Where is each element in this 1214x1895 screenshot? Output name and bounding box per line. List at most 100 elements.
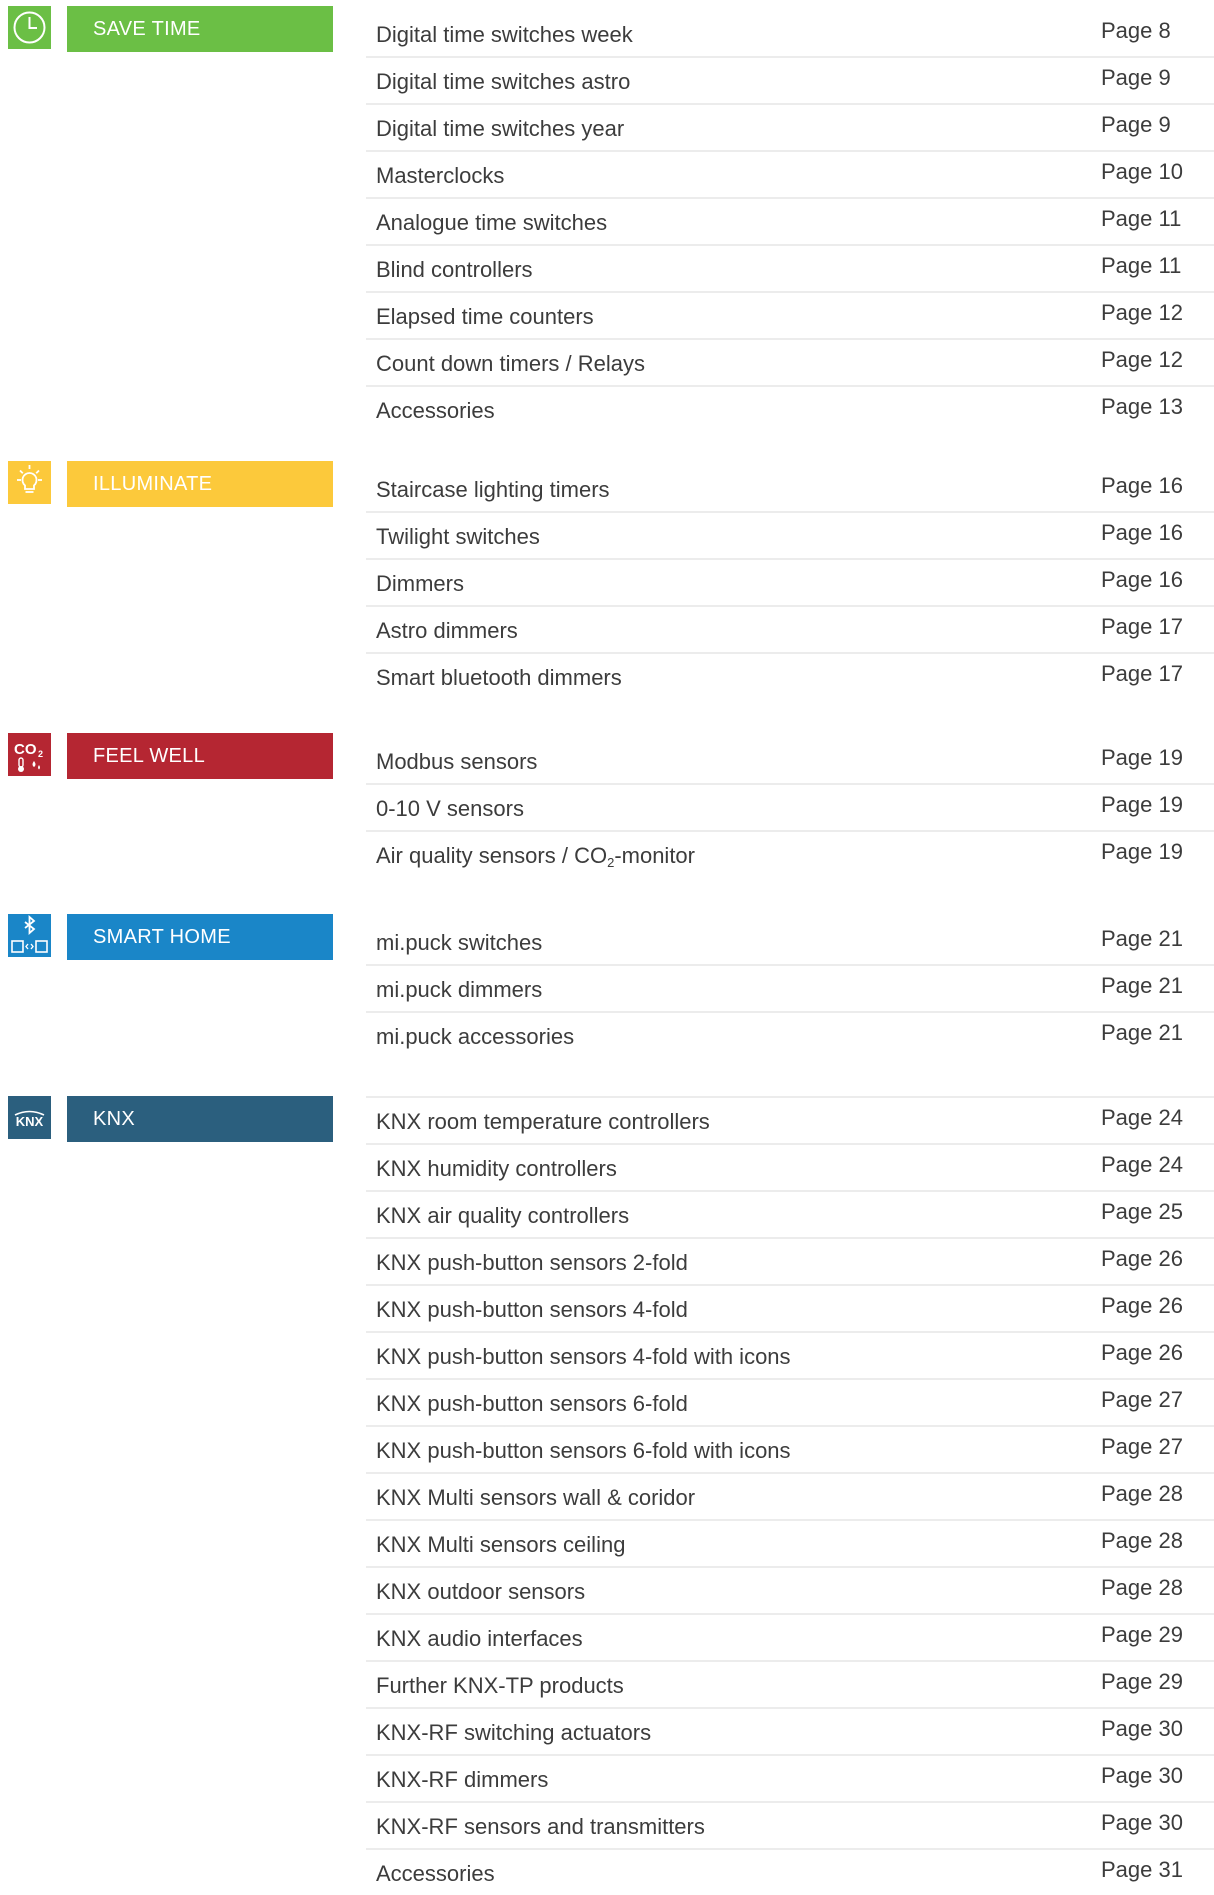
toc-row[interactable]: KNX push-button sensors 4-fold Page 26 [366, 1286, 1214, 1333]
toc-row[interactable]: Twilight switches Page 16 [366, 513, 1214, 560]
toc-row[interactable]: KNX push-button sensors 6-fold with icon… [366, 1427, 1214, 1474]
toc-row[interactable]: KNX audio interfaces Page 29 [366, 1615, 1214, 1662]
toc-item-page: Page 21 [1101, 1020, 1183, 1045]
toc-item-page: Page 9 [1101, 112, 1171, 137]
toc-row[interactable]: Dimmers Page 16 [366, 560, 1214, 607]
toc-item-page: Page 28 [1101, 1481, 1183, 1506]
toc-row[interactable]: Masterclocks Page 10 [366, 152, 1214, 199]
toc-row[interactable]: mi.puck dimmers Page 21 [366, 966, 1214, 1013]
toc-item-page: Page 10 [1101, 159, 1183, 184]
toc-row[interactable]: Analogue time switches Page 11 [366, 199, 1214, 246]
lightbulb-icon [8, 461, 51, 504]
toc-row[interactable]: KNX Multi sensors wall & coridor Page 28 [366, 1474, 1214, 1521]
toc-row[interactable]: KNX-RF switching actuators Page 30 [366, 1709, 1214, 1756]
toc-item-name: Blind controllers [376, 257, 533, 282]
toc-row[interactable]: mi.puck accessories Page 21 [366, 1013, 1214, 1058]
toc-row[interactable]: mi.puck switches Page 21 [366, 919, 1214, 966]
toc-item-page: Page 19 [1101, 839, 1183, 864]
toc-item-page: Page 31 [1101, 1857, 1183, 1882]
toc-row[interactable]: Blind controllers Page 11 [366, 246, 1214, 293]
toc-item-page: Page 11 [1101, 253, 1182, 278]
clock-icon [8, 6, 51, 49]
toc-row[interactable]: KNX-RF sensors and transmitters Page 30 [366, 1803, 1214, 1850]
toc-item-page: Page 25 [1101, 1199, 1183, 1224]
toc-item-name: Digital time switches week [376, 22, 633, 47]
toc-item-page: Page 30 [1101, 1763, 1183, 1788]
toc-item-page: Page 16 [1101, 473, 1183, 498]
toc-item-page: Page 27 [1101, 1434, 1183, 1459]
toc-item-page: Page 26 [1101, 1293, 1183, 1318]
toc-item-page: Page 26 [1101, 1246, 1183, 1271]
toc-item-page: Page 26 [1101, 1340, 1183, 1365]
category-label-knx[interactable]: KNX [67, 1096, 333, 1142]
toc-item-page: Page 27 [1101, 1387, 1183, 1412]
toc-item-name-suffix: -monitor [614, 843, 695, 868]
toc-row[interactable]: KNX outdoor sensors Page 28 [366, 1568, 1214, 1615]
toc-item-page: Page 19 [1101, 792, 1183, 817]
toc-item-name: Elapsed time counters [376, 304, 594, 329]
toc-item-name: KNX-RF sensors and transmitters [376, 1814, 705, 1839]
toc-item-name: mi.puck dimmers [376, 977, 543, 1002]
toc-row[interactable]: Astro dimmers Page 17 [366, 607, 1214, 654]
toc-item-name: KNX Multi sensors wall & coridor [376, 1485, 696, 1510]
toc-item-name: KNX room temperature controllers [376, 1109, 710, 1134]
toc-item-name: Masterclocks [376, 163, 505, 188]
toc-item-name: Accessories [376, 1861, 495, 1886]
toc-item-name: Accessories [376, 398, 495, 423]
toc-row[interactable]: Modbus sensors Page 19 [366, 738, 1214, 785]
toc-item-page: Page 12 [1101, 347, 1183, 372]
toc-list-illuminate: Staircase lighting timers Page 16 Twiligh… [366, 466, 1214, 699]
toc-item-name: KNX-RF switching actuators [376, 1720, 652, 1745]
toc-row[interactable]: Digital time switches astro Page 9 [366, 58, 1214, 105]
toc-row[interactable]: Smart bluetooth dimmers Page 17 [366, 654, 1214, 699]
toc-item-page: Page 24 [1101, 1105, 1183, 1130]
category-label-smart-home[interactable]: SMART HOME [67, 914, 333, 960]
toc-item-page: Page 16 [1101, 567, 1183, 592]
category-label-feel-well[interactable]: FEEL WELL [67, 733, 333, 779]
toc-row[interactable]: KNX push-button sensors 4-fold with icon… [366, 1333, 1214, 1380]
toc-item-name: KNX push-button sensors 4-fold with icon… [376, 1344, 791, 1369]
toc-row[interactable]: Air quality sensors / CO2-monitor Page 19 [366, 832, 1214, 877]
toc-row[interactable]: KNX push-button sensors 6-fold Page 27 [366, 1380, 1214, 1427]
toc-item-name: Smart bluetooth dimmers [376, 665, 622, 690]
toc-item-name: Twilight switches [376, 524, 540, 549]
toc-item-name: KNX outdoor sensors [376, 1579, 586, 1604]
category-label-save-time[interactable]: SAVE TIME [67, 6, 333, 52]
toc-row[interactable]: Digital time switches year Page 9 [366, 105, 1214, 152]
toc-row[interactable]: KNX air quality controllers Page 25 [366, 1192, 1214, 1239]
toc-row[interactable]: KNX humidity controllers Page 24 [366, 1145, 1214, 1192]
toc-item-name: Count down timers / Relays [376, 351, 645, 376]
toc-item-name: mi.puck accessories [376, 1024, 575, 1049]
toc-item-name: Digital time switches astro [376, 69, 631, 94]
toc-item-name: 0-10 V sensors [376, 796, 524, 821]
toc-item-name: Modbus sensors [376, 749, 538, 774]
toc-item-page: Page 13 [1101, 394, 1183, 419]
toc-row[interactable]: KNX-RF dimmers Page 30 [366, 1756, 1214, 1803]
toc-item-name: Dimmers [376, 571, 464, 596]
toc-item-page: Page 21 [1101, 926, 1183, 951]
category-label-illuminate[interactable]: ILLUMINATE [67, 461, 333, 507]
toc-list-feel-well: Modbus sensors Page 19 0-10 V sensors Page… [366, 738, 1214, 877]
toc-row[interactable]: Further KNX-TP products Page 29 [366, 1662, 1214, 1709]
toc-item-page: Page 16 [1101, 520, 1183, 545]
toc-item-name: Staircase lighting timers [376, 477, 610, 502]
toc-item-name: KNX-RF dimmers [376, 1767, 549, 1792]
toc-item-name-prefix: Air quality sensors / CO [376, 843, 608, 868]
toc-row[interactable]: Accessories Page 13 [366, 387, 1214, 432]
toc-row[interactable]: Digital time switches week Page 8 [366, 11, 1214, 58]
toc-item-page: Page 17 [1101, 661, 1183, 686]
co2-icon-text: CO [14, 741, 37, 758]
toc-item-name: mi.puck switches [376, 930, 543, 955]
toc-row[interactable]: KNX push-button sensors 2-fold Page 26 [366, 1239, 1214, 1286]
toc-row[interactable]: Count down timers / Relays Page 12 [366, 340, 1214, 387]
toc-item-name: KNX air quality controllers [376, 1203, 630, 1228]
toc-row[interactable]: 0-10 V sensors Page 19 [366, 785, 1214, 832]
toc-row[interactable]: Elapsed time counters Page 12 [366, 293, 1214, 340]
toc-row[interactable]: KNX Multi sensors ceiling Page 28 [366, 1521, 1214, 1568]
toc-item-name: Air quality sensors / CO2-monitor [376, 843, 695, 870]
toc-item-name: KNX Multi sensors ceiling [376, 1532, 626, 1557]
toc-list-save-time: Digital time switches week Page 8 Digital… [366, 11, 1214, 432]
toc-item-page: Page 28 [1101, 1575, 1183, 1600]
toc-row[interactable]: KNX room temperature controllers Page 24 [366, 1098, 1214, 1145]
toc-row[interactable]: Staircase lighting timers Page 16 [366, 466, 1214, 513]
